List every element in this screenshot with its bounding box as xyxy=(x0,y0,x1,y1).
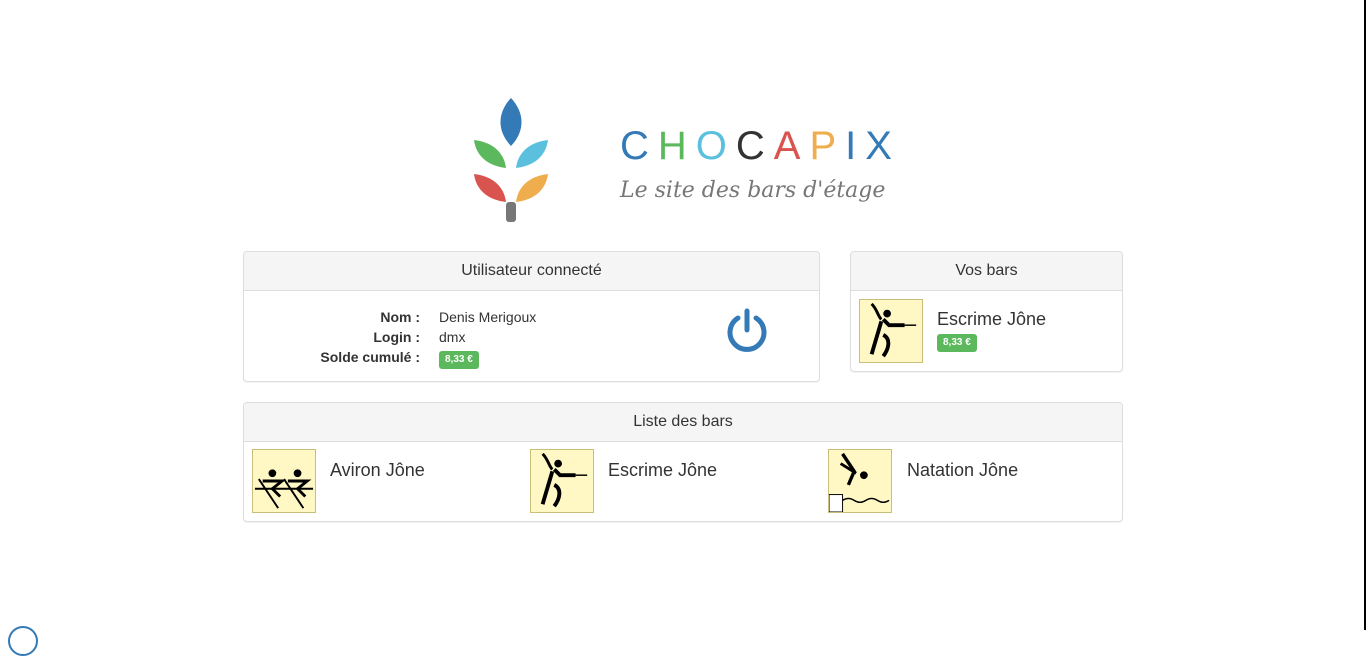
info-label: Solde cumulé : xyxy=(320,349,420,365)
info-value-wrap: 8,33 € xyxy=(439,347,479,369)
bar-name[interactable]: Escrime Jône xyxy=(937,309,1046,330)
brand-letter: C xyxy=(735,124,765,168)
swimming-icon[interactable] xyxy=(828,449,892,513)
info-value: dmx xyxy=(439,329,466,345)
info-value: Denis Merigoux xyxy=(439,309,537,325)
brand-letter: X xyxy=(865,124,892,168)
fencing-icon[interactable] xyxy=(530,449,594,513)
corner-circle-icon xyxy=(8,626,38,656)
brand-letter: O xyxy=(695,124,727,168)
info-label: Login : xyxy=(373,329,420,345)
balance-badge: 8,33 € xyxy=(439,351,479,369)
brand-letter: I xyxy=(845,124,857,168)
vos-bars-title: Vos bars xyxy=(851,252,1122,291)
liste-bars-panel: Liste des bars Aviron Jône Escrime Jône … xyxy=(243,402,1123,522)
bar-name[interactable]: Escrime Jône xyxy=(608,460,717,481)
fencing-icon[interactable] xyxy=(859,299,923,363)
brand-letter: H xyxy=(657,124,687,168)
user-panel: Utilisateur connecté Nom : Denis Merigou… xyxy=(243,251,820,382)
vos-bars-panel: Vos bars Escrime Jône 8,33 € xyxy=(850,251,1123,372)
scrollbar[interactable] xyxy=(1364,0,1366,630)
brand-title: CHOCAPIX xyxy=(620,124,901,169)
user-panel-title: Utilisateur connecté xyxy=(244,252,819,291)
bar-name[interactable]: Natation Jône xyxy=(907,460,1018,481)
info-label: Nom : xyxy=(380,309,420,325)
tagline: Le site des bars d'étage xyxy=(620,178,886,203)
bar-name[interactable]: Aviron Jône xyxy=(330,460,425,481)
power-icon[interactable] xyxy=(724,308,770,354)
liste-bars-title: Liste des bars xyxy=(244,403,1122,442)
bar-balance-badge: 8,33 € xyxy=(937,334,977,352)
brand-letter: P xyxy=(809,124,837,168)
rowing-icon[interactable] xyxy=(252,449,316,513)
chocapix-logo xyxy=(474,98,548,222)
brand-letter: A xyxy=(773,124,801,168)
brand-letter: C xyxy=(620,124,649,168)
